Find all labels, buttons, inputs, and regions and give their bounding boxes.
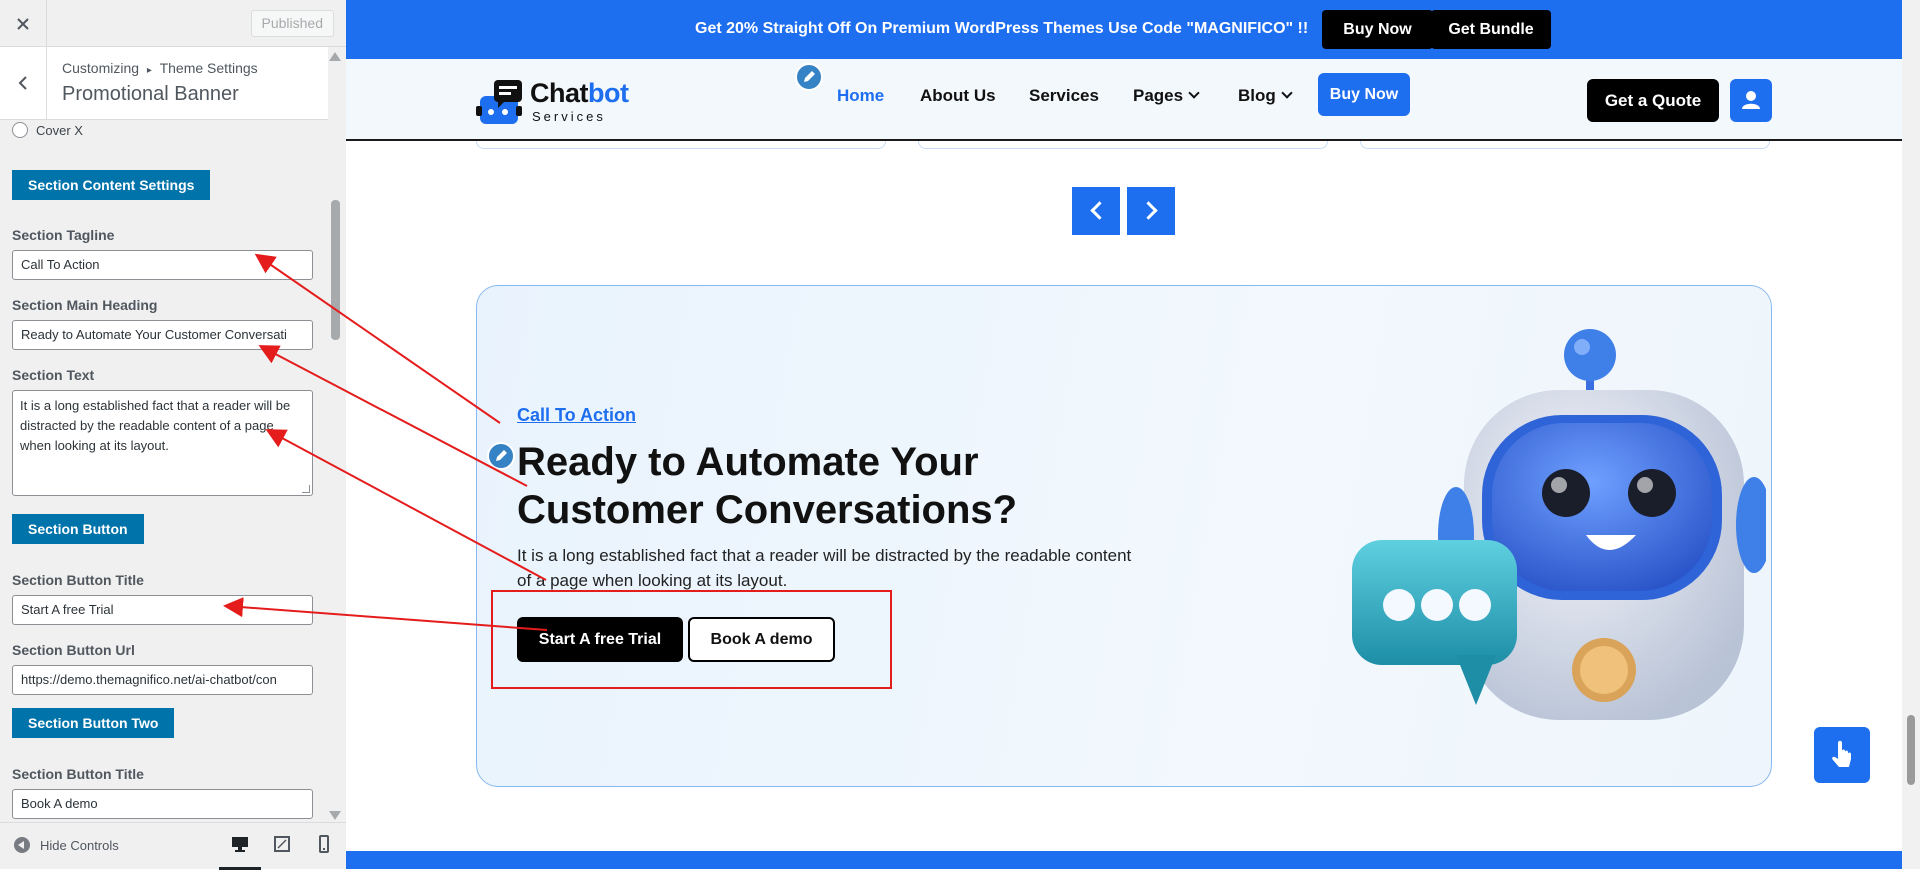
button-url-label: Section Button Url [12,642,135,658]
panel-title: Promotional Banner [62,83,239,105]
logo-wordmark: Chatbot [530,78,629,109]
main-heading-input[interactable]: Ready to Automate Your Customer Conversa… [12,320,313,350]
hide-controls-label: Hide Controls [40,837,119,853]
pencil-glyph [496,450,507,461]
site-header: Chatbot Services Home About Us Services … [346,59,1902,141]
promo-text: Get 20% Straight Off On Premium WordPres… [695,20,1309,37]
nav-blog-label: Blog [1238,86,1276,105]
button-two-title-input[interactable]: Book A demo [12,789,313,819]
customizer-topbar: Published [0,0,346,47]
tagline-input[interactable]: Call To Action [12,250,313,280]
chevron-down-icon [1281,87,1293,99]
site-logo[interactable]: Chatbot Services [474,76,634,128]
scroll-down-arrow-icon[interactable] [329,811,341,820]
section-content-settings-button[interactable]: Section Content Settings [12,170,211,200]
close-x-glyph [17,17,29,30]
service-card-edge [1360,141,1770,149]
section-text-label: Section Text [12,367,95,383]
nav-item-services[interactable]: Services [1029,86,1099,106]
sidebar-scrollbar-thumb[interactable] [331,200,340,340]
section-button-two-button[interactable]: Section Button Two [12,708,175,738]
breadcrumb-separator: ▸ [146,65,152,76]
site-preview: Get 20% Straight Off On Premium WordPres… [346,0,1920,869]
edit-shortcut-pencil-icon[interactable] [487,442,515,470]
service-card-edge [918,141,1328,149]
mobile-preview-icon[interactable] [315,835,333,853]
radio-label: Cover X [36,122,83,138]
nav-pages-label: Pages [1133,86,1184,105]
scroll-up-arrow-icon[interactable] [329,52,341,61]
collapse-arrow-icon [14,837,30,853]
button-title-input[interactable]: Start A free Trial [12,595,313,625]
published-button[interactable]: Published [250,10,334,37]
chatbot-logo-icon [476,80,522,124]
radio-circle[interactable] [12,122,28,138]
button-url-input[interactable]: https://demo.themagnifico.net/ai-chatbot… [12,665,313,695]
hand-pointer-icon [1832,740,1851,767]
back-chevron-icon[interactable] [0,47,47,119]
slider-prev-button[interactable] [1072,187,1120,235]
nav-item-pages[interactable]: Pages [1133,86,1200,106]
button-two-title-label: Section Button Title [12,766,144,782]
tagline-label: Section Tagline [12,227,115,243]
robot-illustration [1352,329,1766,720]
chevron-down-icon [1188,87,1200,99]
desktop-preview-icon[interactable] [231,835,249,853]
nav-buy-now-button[interactable]: Buy Now [1318,73,1410,116]
breadcrumb: Customizing ▸ Theme Settings [62,60,258,76]
section-text-textarea[interactable]: It is a long established fact that a rea… [12,390,313,496]
close-icon[interactable] [0,0,47,47]
cta-text: It is a long established fact that a rea… [517,546,1132,590]
nav-item-home[interactable]: Home [837,86,884,106]
panel-header: Customizing ▸ Theme Settings Promotional… [0,47,346,120]
book-a-demo-button[interactable]: Book A demo [688,617,835,662]
accessibility-hand-button[interactable] [1814,727,1870,783]
resize-grip-icon[interactable] [302,485,310,493]
back-arrow-glyph [18,76,27,90]
user-account-button[interactable] [1730,79,1772,122]
promo-bar: Get 20% Straight Off On Premium WordPres… [346,0,1902,59]
user-icon [1742,91,1760,109]
hide-controls-button[interactable]: Hide Controls [14,837,119,853]
logo-word-b: bot [588,78,629,108]
customizer-sidebar: Published Customizing ▸ Theme Settings P… [0,0,346,870]
cta-tagline-link[interactable]: Call To Action [517,405,636,426]
get-a-quote-button[interactable]: Get a Quote [1587,79,1719,122]
logo-word-a: Chat [530,78,589,108]
preview-scrollbar-thumb[interactable] [1907,715,1915,785]
logo-subtitle: Services [532,109,606,124]
main-heading-label: Section Main Heading [12,297,158,313]
pencil-glyph [804,71,815,82]
section-text-value: It is a long established fact that a rea… [20,398,291,453]
radio-cover-x[interactable]: Cover X [12,122,83,138]
slider-next-button[interactable] [1127,187,1175,235]
service-card-edge [476,141,886,149]
breadcrumb-section: Theme Settings [159,60,258,76]
sidebar-scrollbar[interactable] [328,47,346,822]
nav-item-blog[interactable]: Blog [1238,86,1293,106]
tablet-preview-icon[interactable] [273,835,291,853]
nav-item-about-us[interactable]: About Us [920,86,996,106]
promo-get-bundle-button[interactable]: Get Bundle [1431,10,1551,49]
cta-heading: Ready to Automate Your Customer Conversa… [517,440,1018,532]
section-button-button[interactable]: Section Button [12,514,144,544]
customizer-footer: Hide Controls [0,822,346,870]
controls-list: Cover X Section Content Settings Section… [0,120,328,822]
start-free-trial-button[interactable]: Start A free Trial [517,617,683,662]
button-title-label: Section Button Title [12,572,144,588]
next-section-edge [346,851,1902,869]
breadcrumb-root: Customizing [62,60,140,76]
promo-buy-now-button[interactable]: Buy Now [1322,10,1433,49]
edit-shortcut-pencil-icon[interactable] [795,63,823,91]
